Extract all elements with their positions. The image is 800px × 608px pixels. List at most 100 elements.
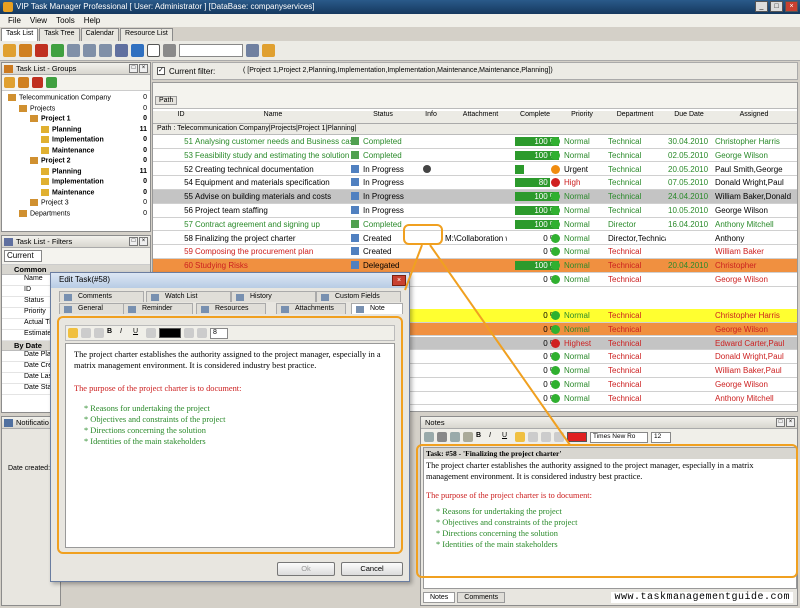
new-task-icon[interactable] [3, 44, 16, 57]
tree-item[interactable]: Implementation 0 [2, 136, 150, 147]
restore-icon[interactable]: □ [129, 237, 138, 246]
align-left-icon[interactable] [68, 328, 78, 338]
edit-group-icon[interactable] [18, 77, 29, 88]
bold-icon[interactable]: B [476, 432, 486, 442]
notes-editor[interactable]: Task: #58 - 'Finalizing the project char… [423, 447, 797, 589]
table-row[interactable]: 57 Contract agreement and signing up Compl… [153, 217, 797, 232]
align-left-icon[interactable] [515, 432, 525, 442]
tree-item[interactable]: Maintenance 0 [2, 146, 150, 158]
close-icon[interactable]: × [139, 237, 148, 246]
column-header[interactable]: Due Date [666, 111, 712, 124]
tree-item[interactable]: Implementation 0 [2, 178, 150, 189]
table-row[interactable]: 58 Finalizing the project charter Created M… [153, 231, 797, 246]
column-header[interactable]: Assigned [714, 111, 794, 124]
view-select[interactable] [179, 44, 243, 57]
add-group-icon[interactable] [4, 77, 15, 88]
dialog-close-button[interactable]: × [392, 275, 406, 286]
restore-icon[interactable]: □ [129, 64, 138, 73]
delete-group-icon[interactable] [32, 77, 43, 88]
tree-item[interactable]: Projects 0 [2, 104, 150, 116]
tab-notes[interactable]: Notes [423, 592, 456, 603]
italic-icon[interactable]: I [120, 328, 130, 338]
path-header[interactable]: Path [155, 96, 178, 105]
copy-icon[interactable] [450, 432, 460, 442]
dialog-tab[interactable]: Custom Fields [316, 291, 401, 302]
minimize-button[interactable]: _ [755, 1, 768, 12]
back-icon[interactable] [131, 44, 144, 57]
close-icon[interactable]: × [139, 64, 148, 73]
column-header[interactable]: Department [606, 111, 664, 124]
tab-comments[interactable]: Comments [457, 592, 506, 603]
note-editor[interactable]: The project charter establishes the auth… [65, 343, 395, 548]
filter-icon[interactable] [115, 44, 128, 57]
print-icon[interactable] [163, 44, 176, 57]
outdent-icon[interactable] [197, 328, 207, 338]
italic-icon[interactable]: I [489, 432, 499, 442]
table-row[interactable]: 60 Studying Risks Delegated 100 % Normal Tech… [153, 259, 797, 273]
refresh-icon[interactable] [51, 44, 64, 57]
underline-icon[interactable]: U [133, 328, 143, 338]
align-right-icon[interactable] [94, 328, 104, 338]
dialog-tab[interactable]: Comments [59, 291, 144, 302]
underline-icon[interactable]: U [502, 432, 512, 442]
table-row[interactable]: 51 Analysing customer needs and Business … [153, 135, 797, 149]
dialog-tab[interactable]: Watch List [146, 291, 231, 302]
align-center-icon[interactable] [528, 432, 538, 442]
tab-calendar[interactable]: Calendar [80, 28, 120, 41]
font-color-select[interactable] [567, 432, 587, 442]
align-center-icon[interactable] [81, 328, 91, 338]
dialog-tab[interactable]: Note [351, 303, 403, 314]
delete-icon[interactable] [437, 432, 447, 442]
dialog-tab[interactable]: History [231, 291, 316, 302]
bold-icon[interactable]: B [107, 328, 117, 338]
font-size-select[interactable]: 8 [210, 327, 228, 339]
column-header[interactable]: Attachment [453, 111, 508, 124]
expand-columns-icon[interactable] [147, 44, 160, 57]
column-header[interactable]: ID [169, 111, 193, 124]
filter-checkbox[interactable]: ✓ [157, 67, 165, 75]
cut-icon[interactable] [424, 432, 434, 442]
tree-item[interactable]: Maintenance 0 [2, 188, 150, 200]
table-row[interactable]: 56 Project team staffing In Progress 100 % N… [153, 204, 797, 218]
column-header[interactable]: Name [193, 111, 353, 124]
bullets-icon[interactable] [146, 328, 156, 338]
group-row[interactable]: Path : Telecommunication Company|Project… [153, 124, 797, 135]
paste-icon[interactable] [463, 432, 473, 442]
dialog-tab[interactable]: Resources [196, 303, 266, 314]
align-right-icon[interactable] [541, 432, 551, 442]
menu-tools[interactable]: Tools [56, 16, 75, 27]
options-icon[interactable] [262, 44, 275, 57]
menu-file[interactable]: File [8, 16, 21, 27]
layout-icon[interactable] [246, 44, 259, 57]
table-row[interactable]: 53 Feasibility study and estimating the s… [153, 148, 797, 163]
tab-task-tree[interactable]: Task Tree [39, 28, 80, 41]
edit-task-icon[interactable] [19, 44, 32, 57]
menu-view[interactable]: View [30, 16, 47, 27]
column-header[interactable]: Status [358, 111, 408, 124]
font-color-select[interactable] [159, 328, 181, 338]
table-row[interactable]: 52 Creating technical documentation In Pro… [153, 162, 797, 177]
dialog-tab[interactable]: Reminder [123, 303, 193, 314]
cancel-button[interactable]: Cancel [341, 562, 403, 576]
bullets-icon[interactable] [554, 432, 564, 442]
tree-item[interactable]: Planning 11 [2, 167, 150, 179]
font-name-select[interactable]: Times New Ro [590, 431, 648, 443]
tree-item[interactable]: Telecommunication Company 0 [2, 94, 150, 105]
table-row[interactable]: 55 Advise on building materials and costs… [153, 190, 797, 204]
move-down-icon[interactable] [83, 44, 96, 57]
tree-item[interactable]: Planning 11 [2, 125, 150, 137]
close-icon[interactable]: × [786, 418, 795, 427]
column-header[interactable]: Priority [561, 111, 603, 124]
sort-icon[interactable] [99, 44, 112, 57]
table-row[interactable]: 59 Composing the procurement plan Created 0… [153, 245, 797, 259]
font-size-select[interactable]: 12 [651, 431, 671, 443]
column-header[interactable]: Complete [511, 111, 559, 124]
close-button[interactable]: × [785, 1, 798, 12]
dialog-tab[interactable]: General [59, 303, 129, 314]
tree-item[interactable]: Project 1 0 [2, 115, 150, 126]
refresh-groups-icon[interactable] [46, 77, 57, 88]
delete-task-icon[interactable] [35, 44, 48, 57]
maximize-button[interactable]: □ [770, 1, 783, 12]
dialog-tab[interactable]: Attachments [276, 303, 346, 314]
restore-icon[interactable]: □ [776, 418, 785, 427]
